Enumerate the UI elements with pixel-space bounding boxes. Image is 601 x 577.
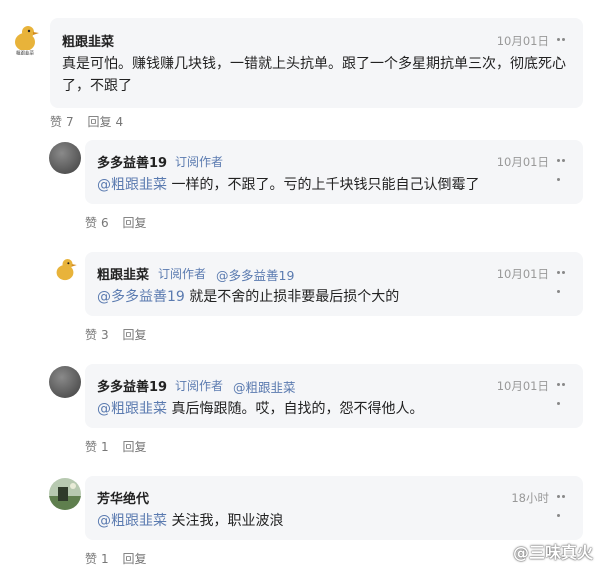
comment-bubble: 粗跟韭菜 10月01日 真是可怕。赚钱赚几块钱，一错就上头抗单。跟了一个多星期抗… (50, 18, 583, 108)
like-button[interactable]: 赞6 (85, 216, 109, 230)
reply-button[interactable]: 回复 4 (87, 115, 123, 129)
avatar[interactable] (49, 254, 81, 286)
comment-actions: 赞1 回复 (85, 550, 157, 567)
comment-body: 一样的，不跟了。亏的上千块钱只能自己认倒霉了 (167, 177, 480, 193)
avatar[interactable] (49, 366, 81, 398)
comment-body: 真后悔跟随。哎，自找的，怨不得他人。 (167, 401, 424, 417)
comment-text: @多多益善19 就是不舍的止损非要最后损个大的 (97, 286, 567, 308)
reply-button[interactable]: 回复 (122, 328, 146, 342)
username[interactable]: 多多益善19 (97, 152, 167, 171)
avatar-caption: 粗跟韭菜 (16, 50, 34, 57)
timestamp: 10月01日 (496, 34, 549, 48)
more-options-icon[interactable] (557, 495, 571, 517)
username[interactable]: 芳华绝代 (97, 488, 149, 507)
comment-bubble: 芳华绝代 18小时 @粗跟韭菜 关注我，职业波浪 (85, 476, 583, 540)
reply-to-link[interactable]: @粗跟韭菜 (233, 377, 296, 396)
avatar[interactable]: 粗跟韭菜 (6, 20, 44, 58)
duck-avatar-icon: 粗跟韭菜 (6, 20, 44, 58)
avatar[interactable] (49, 142, 81, 174)
timestamp: 10月01日 (496, 379, 549, 393)
subscriber-badge: 订阅作者 (175, 379, 224, 393)
reply-button[interactable]: 回复 (122, 552, 146, 566)
duck-avatar-icon (49, 254, 81, 286)
comment-body: 就是不舍的止损非要最后损个大的 (184, 289, 400, 305)
comment-actions: 赞3 回复 (85, 326, 157, 343)
comment-bubble: 多多益善19 订阅作者 @粗跟韭菜 10月01日 @粗跟韭菜 真后悔跟随。哎，自… (85, 364, 583, 428)
reply-button[interactable]: 回复 (122, 216, 146, 230)
comment-actions: 赞7 回复 4 (50, 113, 133, 130)
watermark-text: @三味真火 (512, 543, 593, 562)
mention-link[interactable]: @粗跟韭菜 (97, 401, 167, 417)
subscriber-badge: 订阅作者 (175, 155, 224, 169)
more-options-icon[interactable] (557, 383, 571, 405)
username[interactable]: 多多益善19 (97, 376, 167, 395)
more-options-icon[interactable] (557, 159, 571, 181)
mention-link[interactable]: @多多益善19 (97, 289, 185, 305)
comment-actions: 赞6 回复 (85, 214, 157, 231)
landscape-avatar-icon (49, 478, 81, 510)
avatar[interactable] (49, 478, 81, 510)
comment-bubble: 粗跟韭菜 订阅作者 @多多益善19 10月01日 @多多益善19 就是不舍的止损… (85, 252, 583, 316)
mention-link[interactable]: @粗跟韭菜 (97, 513, 167, 529)
more-options-icon[interactable] (557, 271, 571, 293)
username[interactable]: 粗跟韭菜 (97, 264, 149, 283)
subscriber-badge: 订阅作者 (158, 267, 207, 281)
comment-text: @粗跟韭菜 一样的，不跟了。亏的上千块钱只能自己认倒霉了 (97, 174, 567, 196)
comment-text: @粗跟韭菜 关注我，职业波浪 (97, 510, 567, 532)
like-button[interactable]: 赞1 (85, 552, 109, 566)
timestamp: 18小时 (511, 491, 549, 505)
comment-text: @粗跟韭菜 真后悔跟随。哎，自找的，怨不得他人。 (97, 398, 567, 420)
reply-button[interactable]: 回复 (122, 440, 146, 454)
like-button[interactable]: 赞7 (50, 115, 74, 129)
more-options-icon[interactable] (557, 38, 571, 60)
mention-link[interactable]: @粗跟韭菜 (97, 177, 167, 193)
timestamp: 10月01日 (496, 155, 549, 169)
username[interactable]: 粗跟韭菜 (62, 31, 114, 50)
comment-bubble: 多多益善19 订阅作者 10月01日 @粗跟韭菜 一样的，不跟了。亏的上千块钱只… (85, 140, 583, 204)
comment-actions: 赞1 回复 (85, 438, 157, 455)
comment-text: 真是可怕。赚钱赚几块钱，一错就上头抗单。跟了一个多星期抗单三次，彻底死心了，不跟… (62, 56, 566, 94)
timestamp: 10月01日 (496, 267, 549, 281)
like-button[interactable]: 赞1 (85, 440, 109, 454)
comment-body: 关注我，职业波浪 (167, 513, 284, 529)
reply-to-link[interactable]: @多多益善19 (216, 265, 294, 284)
like-button[interactable]: 赞3 (85, 328, 109, 342)
